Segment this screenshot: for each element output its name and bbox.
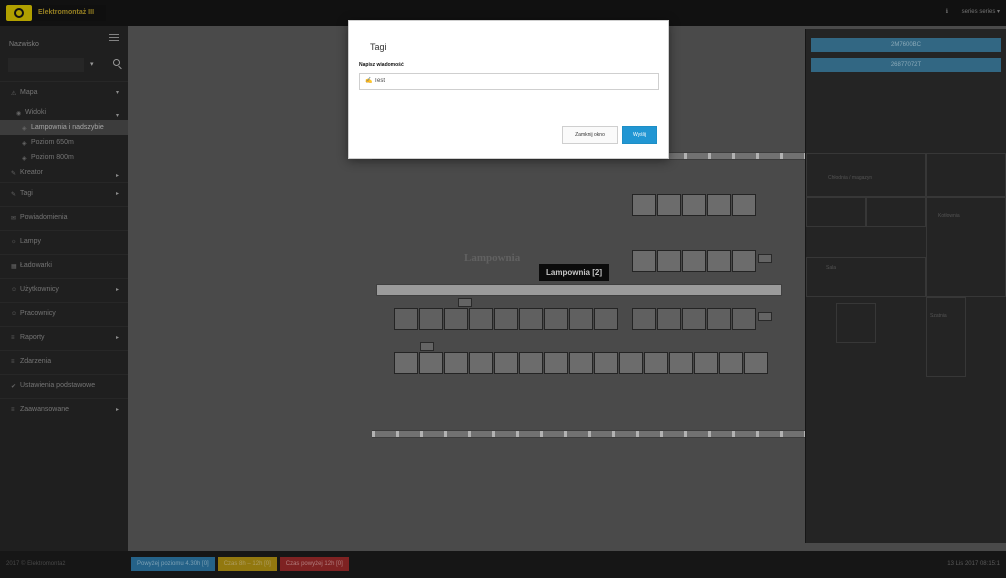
tags-modal: Tagi Napisz wiadomość ✍ Zamknij okno Wyś… xyxy=(348,20,669,159)
message-label: Napisz wiadomość xyxy=(359,62,404,68)
close-window-button[interactable]: Zamknij okno xyxy=(562,126,618,144)
message-input[interactable] xyxy=(374,75,644,87)
send-button[interactable]: Wyślij xyxy=(622,126,657,144)
message-field[interactable]: ✍ xyxy=(359,73,659,90)
modal-title: Tagi xyxy=(370,42,387,52)
pencil-icon: ✍ xyxy=(365,78,373,84)
